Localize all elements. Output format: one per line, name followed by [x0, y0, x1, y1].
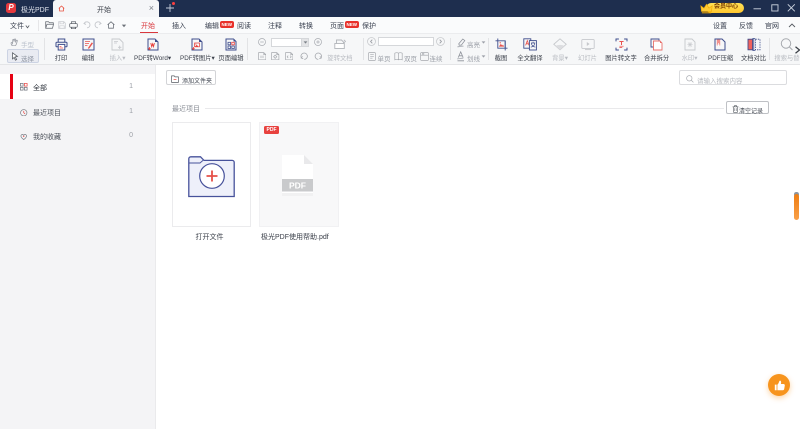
svg-text:PDF: PDF	[289, 181, 306, 191]
